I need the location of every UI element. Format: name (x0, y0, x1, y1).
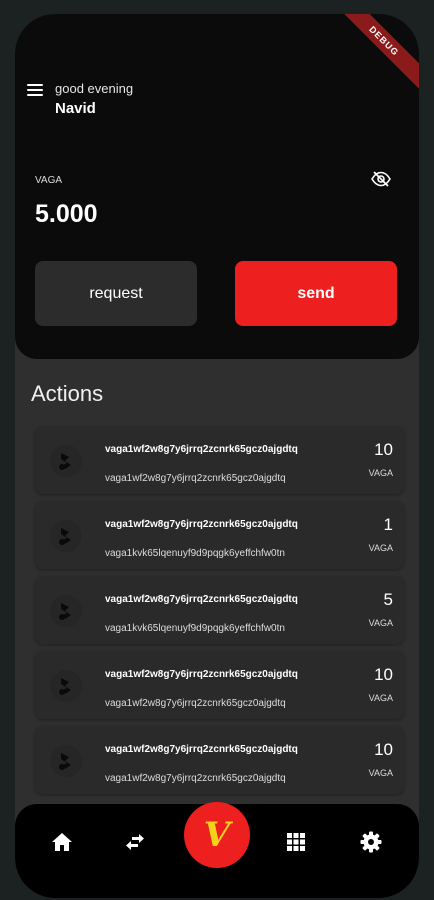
transaction-amount: 10 (374, 740, 393, 759)
list-item[interactable]: vaga1wf2w8g7y6jrrq2zcnrk65gcz0ajgdtq vag… (35, 726, 404, 794)
sender-address: vaga1wf2w8g7y6jrrq2zcnrk65gcz0ajgdtq (105, 744, 298, 755)
list-item[interactable]: vaga1wf2w8g7y6jrrq2zcnrk65gcz0ajgdtq vag… (35, 576, 404, 644)
eye-off-icon[interactable] (371, 171, 391, 187)
transaction-amount: 10 (374, 440, 393, 459)
transaction-unit: VAGA (368, 468, 393, 478)
receiver-address: vaga1wf2w8g7y6jrrq2zcnrk65gcz0ajgdtq (105, 773, 286, 784)
greeting-text: good evening (55, 81, 134, 96)
transaction-amount: 1 (383, 515, 393, 534)
send-button[interactable]: send (235, 261, 397, 326)
debug-banner: DEBUG (331, 14, 419, 94)
transaction-icon (49, 669, 83, 703)
actions-title: Actions (31, 381, 104, 406)
list-item[interactable]: vaga1wf2w8g7y6jrrq2zcnrk65gcz0ajgdtq vag… (35, 651, 404, 719)
settings-icon[interactable] (359, 830, 383, 854)
sender-address: vaga1wf2w8g7y6jrrq2zcnrk65gcz0ajgdtq (105, 519, 298, 530)
transfer-icon[interactable] (123, 830, 147, 854)
transaction-unit: VAGA (368, 768, 393, 778)
sender-address: vaga1wf2w8g7y6jrrq2zcnrk65gcz0ajgdtq (105, 444, 298, 455)
receiver-address: vaga1wf2w8g7y6jrrq2zcnrk65gcz0ajgdtq (105, 698, 286, 709)
transaction-icon (49, 594, 83, 628)
receiver-address: vaga1wf2w8g7y6jrrq2zcnrk65gcz0ajgdtq (105, 473, 286, 484)
transaction-amount: 5 (383, 590, 393, 609)
request-button[interactable]: request (35, 261, 197, 326)
transaction-amount: 10 (374, 665, 393, 684)
vaga-logo-button[interactable]: V (184, 802, 250, 868)
phone-screen: DEBUG good evening Navid VAGA 5.000 requ… (15, 14, 419, 898)
transaction-icon (49, 744, 83, 778)
balance-amount: 5.000 (35, 200, 98, 228)
username: Navid (55, 100, 96, 117)
wallet-header-card: DEBUG good evening Navid VAGA 5.000 requ… (15, 14, 419, 359)
vaga-logo-icon: V (203, 815, 231, 855)
list-item[interactable]: vaga1wf2w8g7y6jrrq2zcnrk65gcz0ajgdtq vag… (35, 501, 404, 569)
menu-icon[interactable] (27, 84, 43, 96)
grid-icon[interactable] (284, 830, 308, 854)
transaction-unit: VAGA (368, 618, 393, 628)
home-icon[interactable] (50, 830, 74, 854)
actions-list: vaga1wf2w8g7y6jrrq2zcnrk65gcz0ajgdtq vag… (35, 426, 404, 801)
transaction-icon (49, 444, 83, 478)
receiver-address: vaga1kvk65lqenuyf9d9pqgk6yeffchfw0tn (105, 548, 285, 559)
transaction-unit: VAGA (368, 543, 393, 553)
receiver-address: vaga1kvk65lqenuyf9d9pqgk6yeffchfw0tn (105, 623, 285, 634)
coin-label: VAGA (35, 175, 63, 186)
bottom-navigation: V (15, 802, 419, 898)
sender-address: vaga1wf2w8g7y6jrrq2zcnrk65gcz0ajgdtq (105, 594, 298, 605)
transaction-unit: VAGA (368, 693, 393, 703)
transaction-icon (49, 519, 83, 553)
sender-address: vaga1wf2w8g7y6jrrq2zcnrk65gcz0ajgdtq (105, 669, 298, 680)
list-item[interactable]: vaga1wf2w8g7y6jrrq2zcnrk65gcz0ajgdtq vag… (35, 426, 404, 494)
